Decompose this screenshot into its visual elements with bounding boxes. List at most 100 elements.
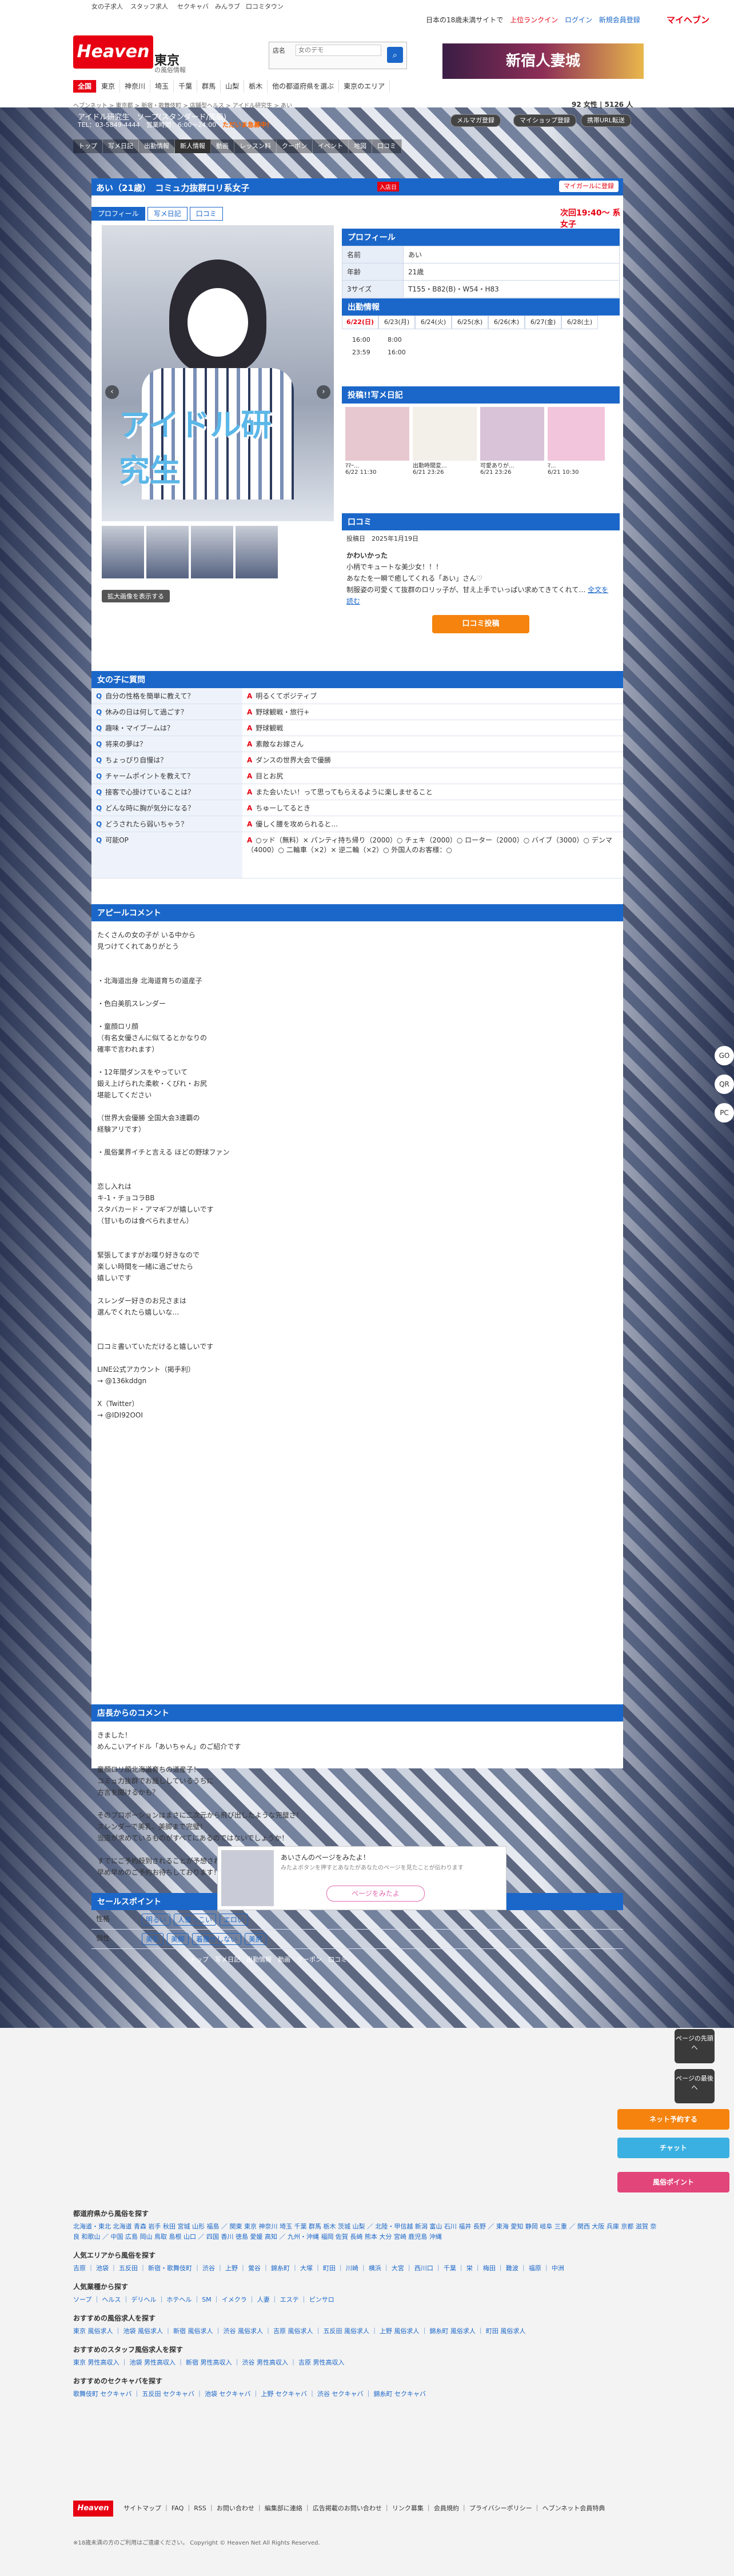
sales-row: 性格 明るい 人懐っこい エロい xyxy=(91,1910,623,1930)
scroll-top-button[interactable]: ページの先頭へ xyxy=(675,2029,715,2063)
shop-nav-item[interactable]: 口コミ xyxy=(372,139,402,153)
footer-line[interactable]: 東京 男性高収入 ｜ 池袋 男性高収入 ｜ 新宿 男性高収入 ｜ 渋谷 男性高収… xyxy=(73,2358,662,2368)
gnav-item[interactable]: 栃木 xyxy=(244,80,268,93)
top-link[interactable]: セクキャバ xyxy=(177,2,209,11)
area-subtitle: の風俗情報 xyxy=(154,66,186,74)
shop-nav-item[interactable]: 動画 xyxy=(211,139,234,153)
shop-nav-item[interactable]: クーポン xyxy=(277,139,313,153)
diary-item[interactable]: ﾏ... 6/21 10:30 xyxy=(548,407,605,476)
thumbnail[interactable] xyxy=(102,526,144,578)
ranking-link[interactable]: 上位ランクイン xyxy=(510,16,558,24)
mitayo-box: あいさんのページをみたよ！ みたよボタンを押すとあなたがあなたのページを見たこと… xyxy=(217,1846,506,1910)
shop-nav-item[interactable]: レッスン料 xyxy=(234,139,277,153)
thumbnail[interactable] xyxy=(236,526,278,578)
diary-image xyxy=(480,407,544,461)
shop-nav: トップ 写メ日記 出勤情報 新人情報 動画 レッスン料 クーポン イベント 地図 口コミ xyxy=(73,139,402,154)
footer-line[interactable]: 東京 風俗求人 ｜ 池袋 風俗求人 ｜ 新宿 風俗求人 ｜ 渋谷 風俗求人 ｜ … xyxy=(73,2326,662,2337)
next-arrow-icon[interactable]: › xyxy=(317,385,330,399)
footer-logo[interactable]: Heaven xyxy=(73,2501,113,2517)
schedule-day: 6/26(木) xyxy=(488,315,525,329)
sales-tag: 着痩せしない xyxy=(192,1933,242,1945)
side-icon[interactable]: GO xyxy=(715,1046,734,1065)
footer-line[interactable]: 北海道・東北 北海道 青森 岩手 秋田 宮城 山形 福島 ／ 関東 東京 神奈川… xyxy=(73,2222,662,2242)
girl-content: プロフィール 写メ日記 口コミ 次回19:40～ 系女子 アイドル研究生 ‹ › 拡… xyxy=(91,195,623,1949)
footer-line[interactable]: 歌舞伎町 セクキャバ ｜ 五反田 セクキャバ ｜ 池袋 セクキャバ ｜ 上野 セ… xyxy=(73,2389,662,2399)
top-link[interactable]: 口コミタウン xyxy=(246,2,284,11)
top-link[interactable]: 女の子求人 xyxy=(91,2,123,11)
review-date: 投稿日 2025年1月19日 xyxy=(346,535,418,542)
shop-nav-item[interactable]: 地図 xyxy=(349,139,372,153)
scroll-bottom-button[interactable]: ページの最後へ xyxy=(675,2069,715,2103)
site-logo[interactable]: Heaven xyxy=(73,35,153,69)
schedule-day: 6/27(金) xyxy=(525,315,561,329)
thumbnail[interactable] xyxy=(191,526,233,578)
tab-review[interactable]: 口コミ xyxy=(189,207,223,221)
myshop-button[interactable]: マイショップ登録 xyxy=(513,114,576,127)
schedule-start: 8:00 xyxy=(388,336,402,344)
diary-item[interactable]: 出勤時間変... 6/21 23:26 xyxy=(413,407,477,476)
pc-icon[interactable]: PC xyxy=(715,1103,734,1123)
gnav-item[interactable]: 全国 xyxy=(73,80,97,93)
diary-item[interactable]: ﾏﾏｰ... 6/22 11:30 xyxy=(345,407,409,476)
point-button[interactable]: 風俗ポイント xyxy=(617,2172,729,2192)
schedule-days: 6/22(日) 6/23(月) 6/24(火) 6/25(水) 6/26(木) 6/27(… xyxy=(342,315,620,329)
header-banner[interactable]: 新宿人妻城 xyxy=(442,43,644,79)
gnav-item[interactable]: 他の都道府県を選ぶ xyxy=(268,80,340,93)
gnav-item[interactable]: 千葉 xyxy=(174,80,198,93)
shop-nav-item[interactable]: トップ xyxy=(73,139,103,153)
schedule-end: 16:00 xyxy=(388,349,406,356)
footer-heading: 人気業種から探す xyxy=(73,2283,129,2291)
table-row: 年齢 21歳 xyxy=(342,263,620,281)
footer-line[interactable]: ソープ ｜ ヘルス ｜ デリヘル ｜ ホテヘル ｜ SM ｜ イメクラ ｜ 人妻… xyxy=(73,2295,662,2305)
shop-tel[interactable]: TEL：03-5849-4444 xyxy=(78,121,140,129)
review-section: 口コミ 投稿日 2025年1月19日 かわいかった 小柄でキュートな美少女！！！… xyxy=(342,513,620,638)
bottom-shop-nav[interactable]: トップ 写メ日記 出勤情報 動画 クーポン 口コミ xyxy=(190,1955,347,1964)
gnav-item[interactable]: 神奈川 xyxy=(120,80,151,93)
diary-image xyxy=(345,407,409,461)
qr-icon[interactable]: QR xyxy=(715,1075,734,1094)
net-reserve-button[interactable]: ネット予約する xyxy=(617,2109,729,2130)
search-input[interactable] xyxy=(296,45,381,56)
tab-profile[interactable]: プロフィール xyxy=(91,207,145,221)
gnav-item[interactable]: 埼玉 xyxy=(150,80,174,93)
mitayo-button[interactable]: ページをみたよ xyxy=(326,1886,425,1902)
favorite-button[interactable]: マイガールに登録 xyxy=(559,181,619,192)
profile-section: プロフィール 名前 あい 年齢 21歳 3サイズ T155・B82(B)・W54・H8… xyxy=(342,229,620,298)
girl-main-photo[interactable]: アイドル研究生 ‹ › xyxy=(102,225,334,521)
gnav-item[interactable]: 山梨 xyxy=(221,80,245,93)
search-label: 店名 xyxy=(273,47,285,54)
footer-site-links[interactable]: サイトマップ ｜ FAQ ｜ RSS ｜ お問い合わせ ｜ 編集部に連絡 ｜ 広… xyxy=(123,2503,605,2513)
shop-nav-item[interactable]: 新人情報 xyxy=(175,139,211,153)
thumbnail[interactable] xyxy=(146,526,189,578)
schedule-start: 16:00 xyxy=(352,336,370,344)
top-link[interactable]: みんラブ xyxy=(215,2,240,11)
prev-arrow-icon[interactable]: ‹ xyxy=(105,385,119,399)
qa-row: Q 接客で心掛けていることは？ A また会いたい！って思ってもらえるように楽しませるこ… xyxy=(91,784,623,800)
gnav-item[interactable]: 群馬 xyxy=(197,80,221,93)
mail-magazine-button[interactable]: メルマガ登録 xyxy=(450,114,501,127)
signup-link[interactable]: 新規会員登録 xyxy=(599,16,640,24)
gnav-item[interactable]: 東京のエリア xyxy=(339,80,390,93)
shop-nav-item[interactable]: イベント xyxy=(313,139,349,153)
post-review-button[interactable]: 口コミ投稿 xyxy=(432,615,529,633)
footer-line[interactable]: 吉原 ｜ 池袋 ｜ 五反田 ｜ 新宿・歌舞伎町 ｜ 渋谷 ｜ 上野 ｜ 鶯谷 ｜… xyxy=(73,2263,662,2274)
girl-header: あい（21歳） コミュ力抜群ロリ系女子 入店日 マイガールに登録 xyxy=(91,178,623,195)
footer-heading: 人気エリアから風俗を探す xyxy=(73,2251,156,2259)
shop-nav-item[interactable]: 出勤情報 xyxy=(139,139,175,153)
mypage-link[interactable]: マイヘブン xyxy=(667,14,710,25)
diary-item[interactable]: 可愛ありが... 6/21 23:26 xyxy=(480,407,544,476)
login-link[interactable]: ログイン xyxy=(565,16,592,24)
chat-button[interactable]: チャット xyxy=(617,2138,729,2158)
mobile-url-button[interactable]: 携帯URL転送 xyxy=(581,114,631,127)
top-links: 日本の18歳未満サイトで 上位ランクイン ログイン 新規会員登録 xyxy=(426,15,645,25)
schedule-title: 出勤情報 xyxy=(342,298,620,315)
ranking-text: 日本の18歳未満サイトで xyxy=(426,16,504,24)
girl-tabs: プロフィール 写メ日記 口コミ xyxy=(91,207,225,221)
top-link[interactable]: スタッフ求人 xyxy=(130,2,168,11)
next-work-time: 次回19:40～ 系女子 xyxy=(560,209,621,229)
search-icon[interactable]: ⌕ xyxy=(387,47,403,63)
tab-diary[interactable]: 写メ日記 xyxy=(147,207,188,221)
enlarge-button[interactable]: 拡大画像を表示する xyxy=(102,590,170,602)
shop-nav-item[interactable]: 写メ日記 xyxy=(103,139,139,153)
gnav-item[interactable]: 東京 xyxy=(97,80,121,93)
